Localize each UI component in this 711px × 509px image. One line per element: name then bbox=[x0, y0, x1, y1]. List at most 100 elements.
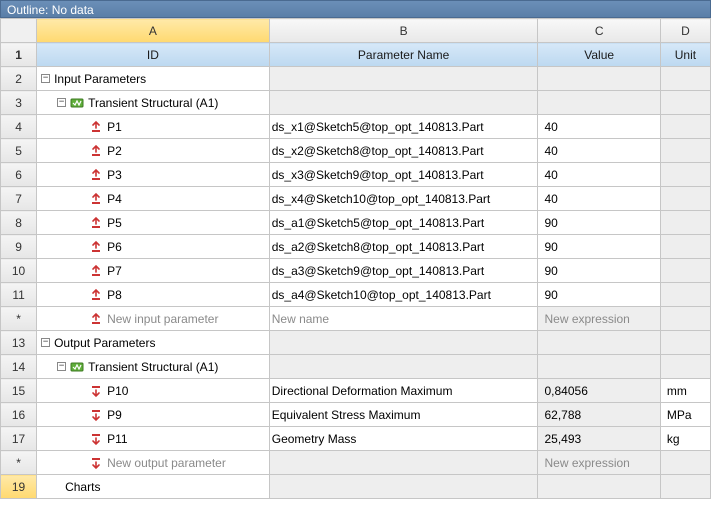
cell-name[interactable]: Geometry Mass bbox=[269, 427, 538, 451]
col-letter-d[interactable]: D bbox=[660, 19, 710, 43]
cell-id[interactable]: P2 bbox=[37, 139, 270, 163]
cell-value[interactable]: 90 bbox=[538, 235, 660, 259]
row-header[interactable]: 8 bbox=[1, 211, 37, 235]
cell-value[interactable]: 90 bbox=[538, 211, 660, 235]
cell-unit[interactable] bbox=[660, 355, 710, 379]
cell-value[interactable]: 40 bbox=[538, 187, 660, 211]
param-value[interactable]: 40 bbox=[544, 144, 557, 158]
table-row[interactable]: 15 P10Directional Deformation Maximum0,8… bbox=[1, 379, 711, 403]
cell-id[interactable]: − Transient Structural (A1) bbox=[37, 91, 270, 115]
cell-unit[interactable]: kg bbox=[660, 427, 710, 451]
cell-unit[interactable]: MPa bbox=[660, 403, 710, 427]
cell-unit[interactable] bbox=[660, 331, 710, 355]
col-letter-c[interactable]: C bbox=[538, 19, 660, 43]
cell-name[interactable]: ds_a4@Sketch10@top_opt_140813.Part bbox=[269, 283, 538, 307]
cell-name[interactable]: ds_x2@Sketch8@top_opt_140813.Part bbox=[269, 139, 538, 163]
cell-id[interactable]: New output parameter bbox=[37, 451, 270, 475]
table-row[interactable]: 13 − Output Parameters bbox=[1, 331, 711, 355]
cell-id[interactable]: New input parameter bbox=[37, 307, 270, 331]
row-header[interactable]: * bbox=[1, 451, 37, 475]
row-header[interactable]: 17 bbox=[1, 427, 37, 451]
cell-value[interactable]: New expression bbox=[538, 451, 660, 475]
table-row[interactable]: 11 P8ds_a4@Sketch10@top_opt_140813.Part 9… bbox=[1, 283, 711, 307]
table-row[interactable]: 6 P3ds_x3@Sketch9@top_opt_140813.Part40 bbox=[1, 163, 711, 187]
row-header[interactable]: 11 bbox=[1, 283, 37, 307]
new-param-value[interactable]: New expression bbox=[544, 456, 629, 470]
cell-id[interactable]: P9 bbox=[37, 403, 270, 427]
cell-value[interactable]: 40 bbox=[538, 163, 660, 187]
cell-id[interactable]: P4 bbox=[37, 187, 270, 211]
table-row[interactable]: 8 P5ds_a1@Sketch5@top_opt_140813.Part 90 bbox=[1, 211, 711, 235]
new-param-label[interactable]: New input parameter bbox=[107, 312, 267, 326]
cell-id[interactable]: P3 bbox=[37, 163, 270, 187]
col-letter-a[interactable]: A bbox=[37, 19, 270, 43]
expander-icon[interactable]: − bbox=[41, 74, 50, 83]
cell-name[interactable]: Directional Deformation Maximum bbox=[269, 379, 538, 403]
col-header-value[interactable]: Value bbox=[538, 43, 660, 67]
table-row[interactable]: 19Charts bbox=[1, 475, 711, 499]
cell-id[interactable]: P8 bbox=[37, 283, 270, 307]
cell-id[interactable]: P6 bbox=[37, 235, 270, 259]
cell-name[interactable]: ds_a2@Sketch8@top_opt_140813.Part bbox=[269, 235, 538, 259]
row-header[interactable]: 3 bbox=[1, 91, 37, 115]
cell-value[interactable]: New expression bbox=[538, 307, 660, 331]
cell-unit[interactable] bbox=[660, 187, 710, 211]
table-row[interactable]: 17 P11Geometry Mass25,493kg bbox=[1, 427, 711, 451]
table-row[interactable]: 2 − Input Parameters bbox=[1, 67, 711, 91]
row-header[interactable]: 16 bbox=[1, 403, 37, 427]
cell-id[interactable]: P1 bbox=[37, 115, 270, 139]
row-header[interactable]: 6 bbox=[1, 163, 37, 187]
param-value[interactable]: 90 bbox=[544, 240, 557, 254]
parameters-grid[interactable]: A B C D 1 ID Parameter Name Value Unit 2… bbox=[0, 18, 711, 499]
col-letter-b[interactable]: B bbox=[269, 19, 538, 43]
table-row[interactable]: * New input parameterNew nameNew express… bbox=[1, 307, 711, 331]
row-header[interactable]: 2 bbox=[1, 67, 37, 91]
new-param-label[interactable]: New output parameter bbox=[107, 456, 267, 470]
cell-value[interactable] bbox=[538, 67, 660, 91]
col-header-unit[interactable]: Unit bbox=[660, 43, 710, 67]
cell-id[interactable]: P5 bbox=[37, 211, 270, 235]
new-param-name[interactable]: New name bbox=[272, 312, 329, 326]
cell-id[interactable]: P10 bbox=[37, 379, 270, 403]
cell-unit[interactable] bbox=[660, 67, 710, 91]
row-header-1[interactable]: 1 bbox=[1, 43, 37, 67]
row-header[interactable]: 5 bbox=[1, 139, 37, 163]
param-value[interactable]: 90 bbox=[544, 216, 557, 230]
cell-unit[interactable] bbox=[660, 211, 710, 235]
cell-name[interactable] bbox=[269, 91, 538, 115]
cell-unit[interactable] bbox=[660, 235, 710, 259]
row-header[interactable]: 14 bbox=[1, 355, 37, 379]
cell-name[interactable]: ds_x4@Sketch10@top_opt_140813.Part bbox=[269, 187, 538, 211]
param-value[interactable]: 90 bbox=[544, 264, 557, 278]
param-value[interactable]: 40 bbox=[544, 120, 557, 134]
row-header[interactable]: 4 bbox=[1, 115, 37, 139]
cell-id[interactable]: Charts bbox=[37, 475, 270, 499]
cell-id[interactable]: − Output Parameters bbox=[37, 331, 270, 355]
table-row[interactable]: 14 − Transient Structural (A1) bbox=[1, 355, 711, 379]
table-row[interactable]: 10 P7ds_a3@Sketch9@top_opt_140813.Part90 bbox=[1, 259, 711, 283]
row-header[interactable]: 7 bbox=[1, 187, 37, 211]
cell-unit[interactable] bbox=[660, 163, 710, 187]
cell-name[interactable]: ds_x3@Sketch9@top_opt_140813.Part bbox=[269, 163, 538, 187]
cell-value[interactable]: 90 bbox=[538, 283, 660, 307]
param-value[interactable]: 90 bbox=[544, 288, 557, 302]
cell-name[interactable] bbox=[269, 67, 538, 91]
param-value[interactable]: 40 bbox=[544, 192, 557, 206]
cell-unit[interactable] bbox=[660, 283, 710, 307]
col-header-name[interactable]: Parameter Name bbox=[269, 43, 538, 67]
cell-name[interactable] bbox=[269, 475, 538, 499]
cell-name[interactable]: ds_a1@Sketch5@top_opt_140813.Part bbox=[269, 211, 538, 235]
cell-name[interactable]: ds_x1@Sketch5@top_opt_140813.Part bbox=[269, 115, 538, 139]
cell-value[interactable]: 90 bbox=[538, 259, 660, 283]
cell-value[interactable] bbox=[538, 475, 660, 499]
cell-id[interactable]: P11 bbox=[37, 427, 270, 451]
cell-unit[interactable] bbox=[660, 451, 710, 475]
cell-unit[interactable] bbox=[660, 475, 710, 499]
cell-name[interactable]: New name bbox=[269, 307, 538, 331]
cell-unit[interactable] bbox=[660, 307, 710, 331]
table-row[interactable]: 7 P4ds_x4@Sketch10@top_opt_140813.Part 40 bbox=[1, 187, 711, 211]
row-header[interactable]: 9 bbox=[1, 235, 37, 259]
cell-unit[interactable]: mm bbox=[660, 379, 710, 403]
row-header[interactable]: 19 bbox=[1, 475, 37, 499]
row-header[interactable]: 15 bbox=[1, 379, 37, 403]
